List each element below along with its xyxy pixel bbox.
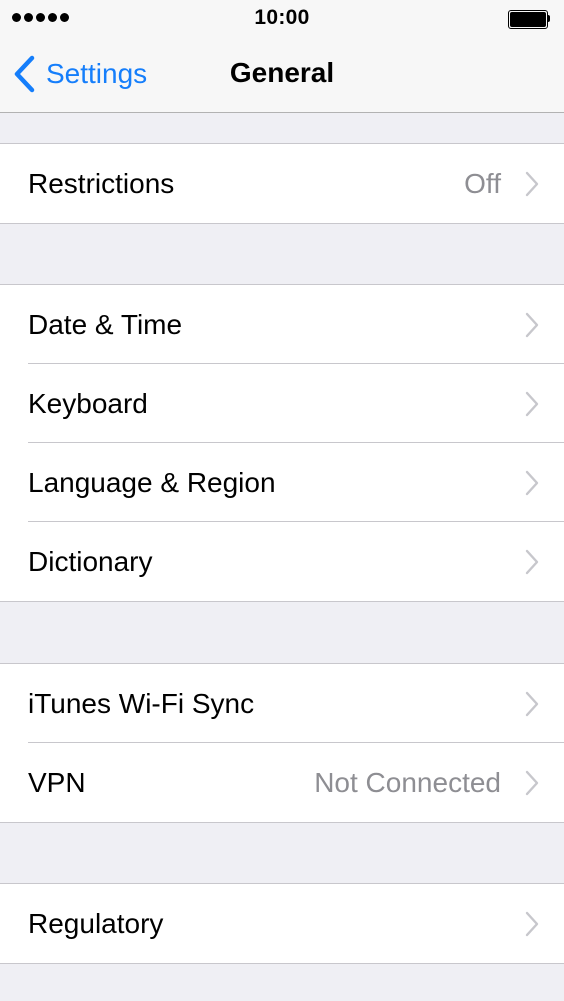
row-dictionary[interactable]: Dictionary — [0, 521, 564, 601]
chevron-right-icon — [525, 312, 539, 338]
row-vpn[interactable]: VPN Not Connected — [0, 742, 564, 822]
back-button[interactable]: Settings — [12, 54, 147, 94]
chevron-right-icon — [525, 911, 539, 937]
row-regulatory[interactable]: Regulatory — [0, 884, 564, 963]
row-value: Off — [464, 167, 501, 199]
row-label: Language & Region — [28, 466, 276, 498]
row-value: Not Connected — [314, 766, 501, 798]
navigation-bar: Settings General — [0, 36, 564, 113]
row-label: Dictionary — [28, 545, 153, 577]
chevron-left-icon — [14, 55, 35, 93]
settings-group-regulatory: Regulatory — [0, 883, 564, 964]
page-title-text: General — [229, 57, 335, 88]
row-itunes-wifi-sync[interactable]: iTunes Wi-Fi Sync — [0, 664, 564, 743]
row-label: VPN — [28, 766, 86, 798]
row-label: Keyboard — [28, 387, 148, 419]
chevron-right-icon — [525, 549, 539, 575]
chevron-right-icon — [525, 770, 539, 796]
row-label: Date & Time — [28, 308, 183, 340]
chevron-right-icon — [525, 171, 539, 197]
chevron-right-icon — [525, 691, 539, 717]
settings-group-general: Date & Time Keyboard Language & Region D… — [0, 284, 564, 602]
row-label: iTunes Wi-Fi Sync — [28, 687, 255, 719]
settings-group-network: iTunes Wi-Fi Sync VPN Not Connected — [0, 663, 564, 823]
row-label: Regulatory — [28, 907, 164, 939]
row-date-time[interactable]: Date & Time — [0, 285, 564, 364]
back-button-label: Settings — [46, 58, 148, 89]
battery-icon — [508, 10, 550, 29]
row-keyboard[interactable]: Keyboard — [0, 363, 564, 443]
row-language-region[interactable]: Language & Region — [0, 442, 564, 522]
chevron-right-icon — [525, 470, 539, 496]
row-restrictions[interactable]: Restrictions Off — [0, 144, 564, 223]
row-label: Restrictions — [28, 167, 175, 199]
chevron-right-icon — [525, 391, 539, 417]
status-bar: 10:00 — [0, 0, 564, 36]
status-time: 10:00 — [254, 6, 310, 29]
settings-group-restrictions: Restrictions Off — [0, 143, 564, 224]
